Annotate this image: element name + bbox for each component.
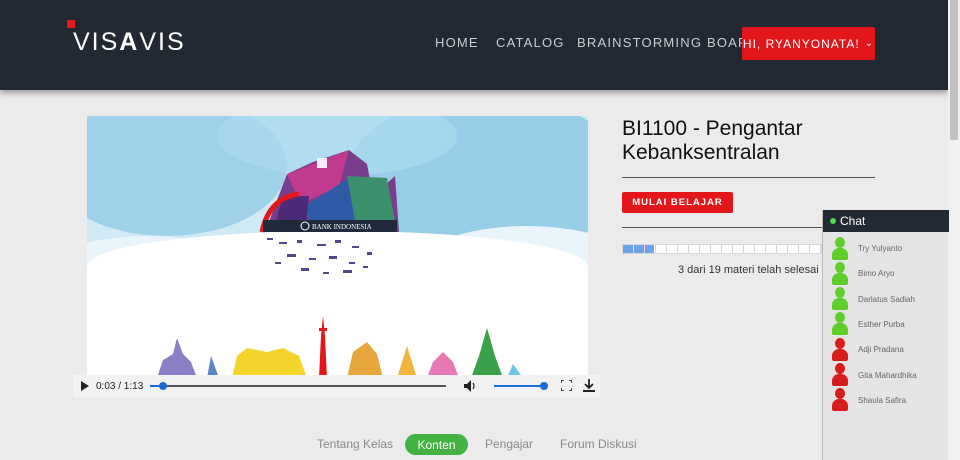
title-divider [622,177,875,178]
tab-tentang-kelas[interactable]: Tentang Kelas [317,437,393,451]
tab-pengajar[interactable]: Pengajar [485,437,533,451]
chat-header[interactable]: Chat [823,210,949,232]
start-learning-button[interactable]: MULAI BELAJAR [622,192,733,213]
user-avatar-icon [831,363,849,387]
user-avatar-icon [831,261,849,286]
chat-user-name: Esther Purba [858,319,905,329]
seek-knob[interactable] [159,382,167,390]
chat-user-item[interactable]: Shaula Safira [831,388,906,413]
nav-brainstorming-board[interactable]: BRAINSTORMING BOARD [577,35,759,50]
user-menu-label: HI, RYANYONATA! [742,36,860,51]
play-icon[interactable] [81,381,89,391]
user-avatar-icon [831,337,849,362]
nav-catalog[interactable]: CATALOG [496,35,565,50]
chat-user-name: Bimo Aryo [858,269,895,279]
logo-text: VISAVIS [73,28,186,56]
chat-user-item[interactable]: Esther Purba [831,312,905,337]
chat-user-item[interactable]: Gita Mahardhika [831,363,917,388]
course-progress-bar [622,244,822,254]
user-avatar-icon [831,287,849,311]
chat-user-item[interactable]: Try Yulyanto [831,236,902,261]
chat-user-name: Adji Pradana [858,345,904,355]
logo-red-square [67,20,75,28]
chevron-down-icon: ⌄ [864,38,875,49]
user-menu-button[interactable]: HI, RYANYONATA! ⌄ [742,27,875,60]
progress-text: 3 dari 19 materi telah selesai [678,264,819,276]
user-avatar-icon [831,388,849,412]
volume-icon[interactable] [464,379,476,393]
volume-slider[interactable] [494,382,548,390]
chat-user-item[interactable]: Adji Pradana [831,337,904,362]
course-video[interactable]: BANK INDONESIA [87,116,588,378]
fullscreen-icon[interactable] [561,380,572,391]
online-dot-icon [830,218,836,224]
scrollbar-thumb[interactable] [950,0,958,140]
video-controls: 0:03 / 1:13 [73,375,600,397]
page-scrollbar[interactable] [948,0,960,460]
chat-title: Chat [840,214,866,228]
video-frame-illustration: BANK INDONESIA [87,116,588,378]
tab-forum-diskusi[interactable]: Forum Diskusi [560,437,637,451]
chat-user-item[interactable]: Darlatus Sadiah [831,287,915,312]
download-icon[interactable] [583,379,595,392]
tab-konten[interactable]: Konten [405,434,468,455]
video-seek-bar[interactable] [150,382,446,390]
bank-indonesia-label: BANK INDONESIA [312,223,372,231]
chat-panel: Chat Try Yulyanto Bimo Aryo Darlatus Sadia… [822,210,949,460]
chat-user-name: Shaula Safira [858,395,907,405]
user-avatar-icon [831,236,849,261]
button-divider [622,227,822,228]
chat-user-name: Darlatus Sadiah [858,294,915,304]
chat-user-name: Try Yulyanto [858,244,903,253]
user-avatar-icon [831,312,849,336]
progress-segments [623,245,821,253]
volume-knob[interactable] [540,382,548,390]
course-title: BI1100 - Pengantar Kebanksentralan [622,117,803,164]
chat-user-item[interactable]: Bimo Aryo [831,261,894,286]
video-time: 0:03 / 1:13 [96,381,144,392]
chat-user-name: Gita Mahardhika [858,370,917,380]
top-navbar: VISAVIS HOME CATALOG BRAINSTORMING BOARD… [0,0,948,90]
nav-home[interactable]: HOME [435,35,479,50]
